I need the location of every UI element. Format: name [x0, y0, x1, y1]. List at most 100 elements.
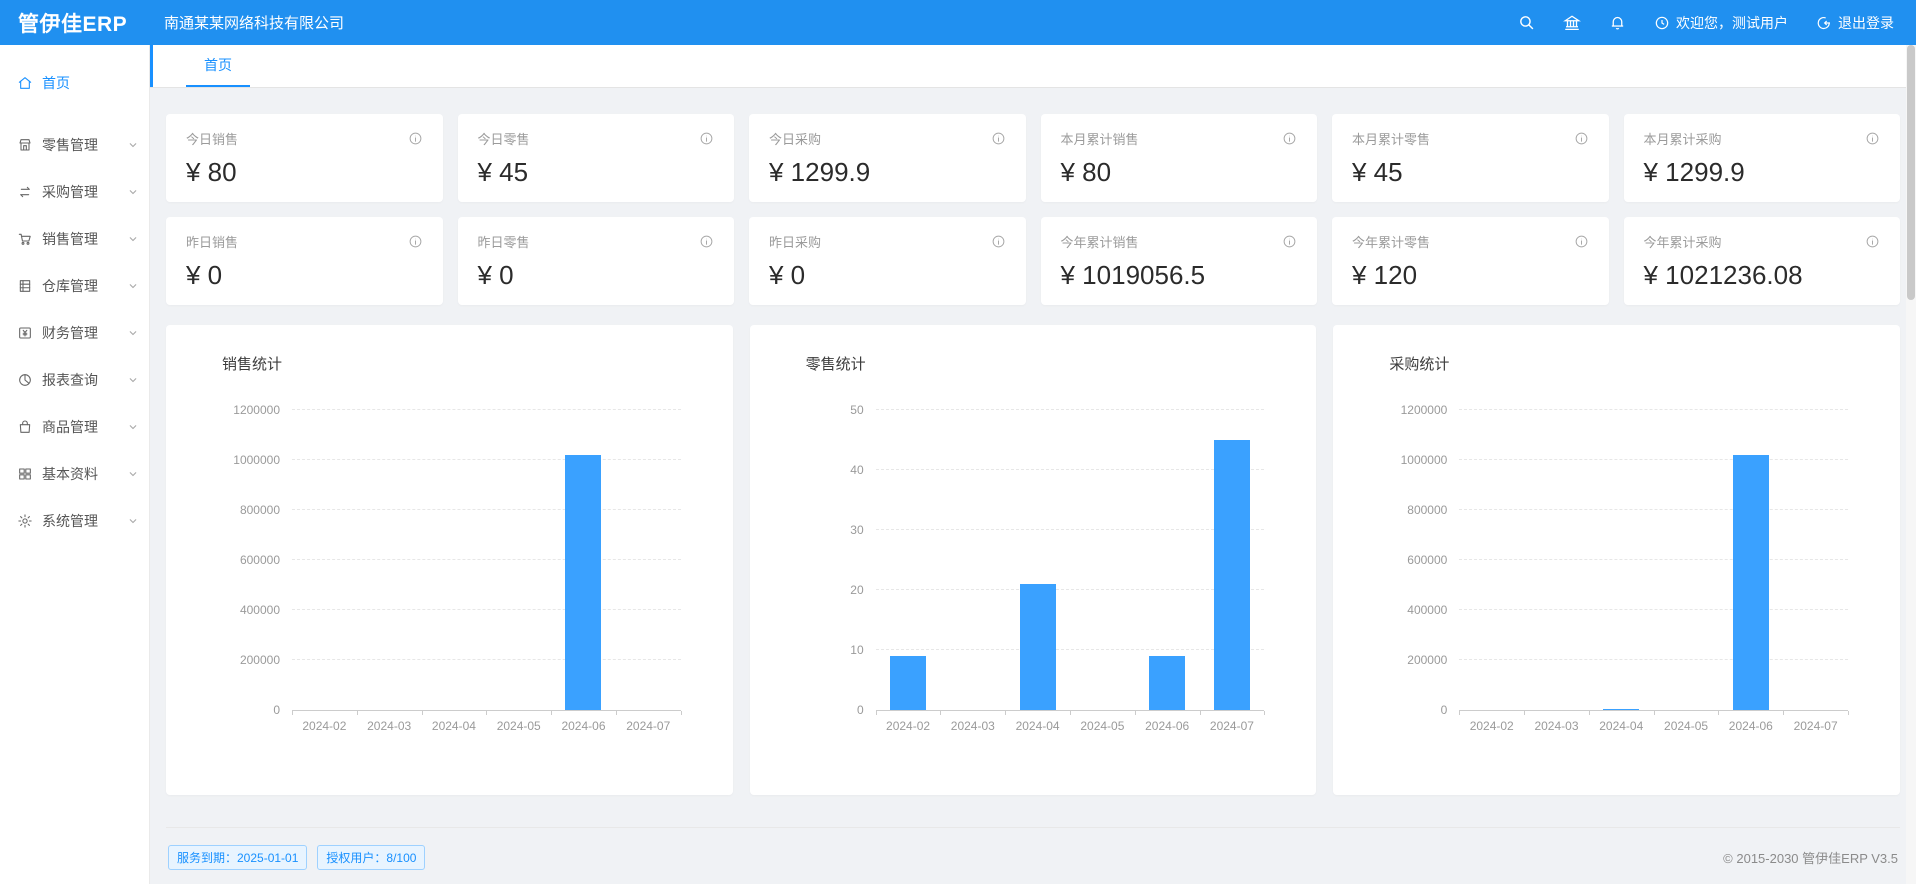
- info-icon[interactable]: [408, 131, 423, 146]
- info-icon[interactable]: [699, 131, 714, 146]
- sidebar-item-goods-bag[interactable]: 商品管理: [0, 403, 149, 450]
- gridline: [292, 609, 681, 610]
- info-icon[interactable]: [1865, 131, 1880, 146]
- scrollbar-thumb[interactable]: [1907, 45, 1915, 300]
- gridline: [292, 409, 681, 410]
- stat-value: ¥ 0: [478, 260, 715, 291]
- y-axis-tick: 800000: [202, 503, 280, 517]
- x-axis-label: 2024-03: [1524, 719, 1589, 733]
- bar: [565, 455, 601, 710]
- x-axis-label: 2024-04: [1589, 719, 1654, 733]
- footer: 服务到期：2025-01-01授权用户：8/100 © 2015-2030 管伊…: [166, 827, 1900, 870]
- report-pie-icon: [17, 372, 33, 388]
- info-icon[interactable]: [991, 234, 1006, 249]
- info-icon[interactable]: [991, 131, 1006, 146]
- y-axis-tick: 600000: [202, 553, 280, 567]
- sidebar-item-label: 销售管理: [42, 229, 98, 249]
- x-axis-label: 2024-07: [616, 719, 681, 733]
- x-axis-tickmark: [1718, 711, 1719, 715]
- stat-label: 昨日零售: [478, 232, 530, 251]
- sidebar-item-label: 仓库管理: [42, 276, 98, 296]
- gridline: [876, 649, 1265, 650]
- bar-chart-plot: 010203040502024-022024-032024-042024-052…: [876, 410, 1265, 711]
- y-axis-tick: 200000: [202, 653, 280, 667]
- tab-home[interactable]: 首页: [186, 45, 250, 87]
- stat-label: 今年累计销售: [1061, 232, 1139, 251]
- info-icon[interactable]: [1574, 131, 1589, 146]
- info-icon[interactable]: [699, 234, 714, 249]
- sidebar-item-finance[interactable]: 财务管理: [0, 309, 149, 356]
- chart-title: 销售统计: [222, 353, 707, 374]
- app-logo: 管伊佳ERP: [0, 8, 150, 38]
- sidebar-item-system-gear[interactable]: 系统管理: [0, 497, 149, 544]
- y-axis-tick: 400000: [202, 603, 280, 617]
- charts-row: 销售统计 020000040000060000080000010000001200…: [166, 325, 1900, 795]
- stat-card: 今日采购¥ 1299.9: [749, 114, 1026, 202]
- bar-chart-plot: 0200000400000600000800000100000012000002…: [292, 410, 681, 711]
- x-axis-label: 2024-02: [876, 719, 941, 733]
- info-icon[interactable]: [1282, 234, 1297, 249]
- footer-badge: 授权用户：8/100: [317, 845, 425, 870]
- stat-card: 今年累计销售 ¥ 1019056.5: [1041, 217, 1318, 305]
- search-icon[interactable]: [1518, 14, 1535, 31]
- bar: [1020, 584, 1056, 710]
- scrollbar-track[interactable]: [1906, 45, 1916, 884]
- footer-badges: 服务到期：2025-01-01授权用户：8/100: [168, 845, 425, 870]
- sidebar-item-basic-data[interactable]: 基本资料: [0, 450, 149, 497]
- basic-data-icon: [17, 466, 33, 482]
- chart-card: 销售统计 020000040000060000080000010000001200…: [166, 325, 733, 795]
- info-icon[interactable]: [1574, 234, 1589, 249]
- gridline: [876, 469, 1265, 470]
- user-welcome-dropdown[interactable]: 欢迎您，测试用户: [1654, 13, 1788, 33]
- x-axis-label: 2024-06: [1718, 719, 1783, 733]
- chart-card: 零售统计010203040502024-022024-032024-042024…: [750, 325, 1317, 795]
- stat-value: ¥ 80: [186, 157, 423, 188]
- sidebar-item-home[interactable]: 首页: [0, 59, 149, 106]
- y-axis-tick: 0: [786, 703, 864, 717]
- x-axis-label: 2024-05: [1070, 719, 1135, 733]
- x-axis-tickmark: [1264, 711, 1265, 715]
- gridline: [1459, 409, 1848, 410]
- sidebar-item-warehouse[interactable]: 仓库管理: [0, 262, 149, 309]
- sidebar-item-label: 系统管理: [42, 511, 98, 531]
- x-axis-label: 2024-03: [357, 719, 422, 733]
- logout-text: 退出登录: [1838, 13, 1894, 33]
- stat-value: ¥ 0: [769, 260, 1006, 291]
- x-axis-tickmark: [1005, 711, 1006, 715]
- purchase-icon: [17, 184, 33, 200]
- bell-icon[interactable]: [1609, 14, 1626, 31]
- x-axis-label: 2024-03: [940, 719, 1005, 733]
- tabbar: 首页: [150, 45, 1916, 88]
- chevron-down-icon: [127, 186, 139, 198]
- bar: [1733, 455, 1769, 710]
- info-icon[interactable]: [1282, 131, 1297, 146]
- stat-label: 今年累计零售: [1352, 232, 1430, 251]
- chevron-down-icon: [127, 374, 139, 386]
- home-portal-icon[interactable]: [1563, 14, 1581, 32]
- x-axis-tickmark: [940, 711, 941, 715]
- home-icon: [17, 75, 33, 91]
- sidebar-item-sales-cart[interactable]: 销售管理: [0, 215, 149, 262]
- x-axis-tickmark: [616, 711, 617, 715]
- logout-button[interactable]: 退出登录: [1816, 13, 1894, 33]
- x-axis-label: 2024-02: [292, 719, 357, 733]
- y-axis-tick: 20: [786, 583, 864, 597]
- x-axis-tickmark: [1589, 711, 1590, 715]
- y-axis-tick: 10: [786, 643, 864, 657]
- sidebar-item-purchase[interactable]: 采购管理: [0, 168, 149, 215]
- gridline: [876, 409, 1265, 410]
- chevron-down-icon: [127, 468, 139, 480]
- y-axis-tick: 1200000: [1369, 403, 1447, 417]
- x-axis-tickmark: [1200, 711, 1201, 715]
- sidebar-item-retail[interactable]: 零售管理: [0, 121, 149, 168]
- sidebar-item-label: 采购管理: [42, 182, 98, 202]
- sidebar-item-report-pie[interactable]: 报表查询: [0, 356, 149, 403]
- x-axis-label: 2024-06: [1135, 719, 1200, 733]
- stat-value: ¥ 1299.9: [769, 157, 1006, 188]
- stat-value: ¥ 1019056.5: [1061, 260, 1298, 291]
- x-axis-label: 2024-07: [1783, 719, 1848, 733]
- chevron-down-icon: [127, 327, 139, 339]
- info-icon[interactable]: [408, 234, 423, 249]
- info-icon[interactable]: [1865, 234, 1880, 249]
- x-axis-label: 2024-07: [1200, 719, 1265, 733]
